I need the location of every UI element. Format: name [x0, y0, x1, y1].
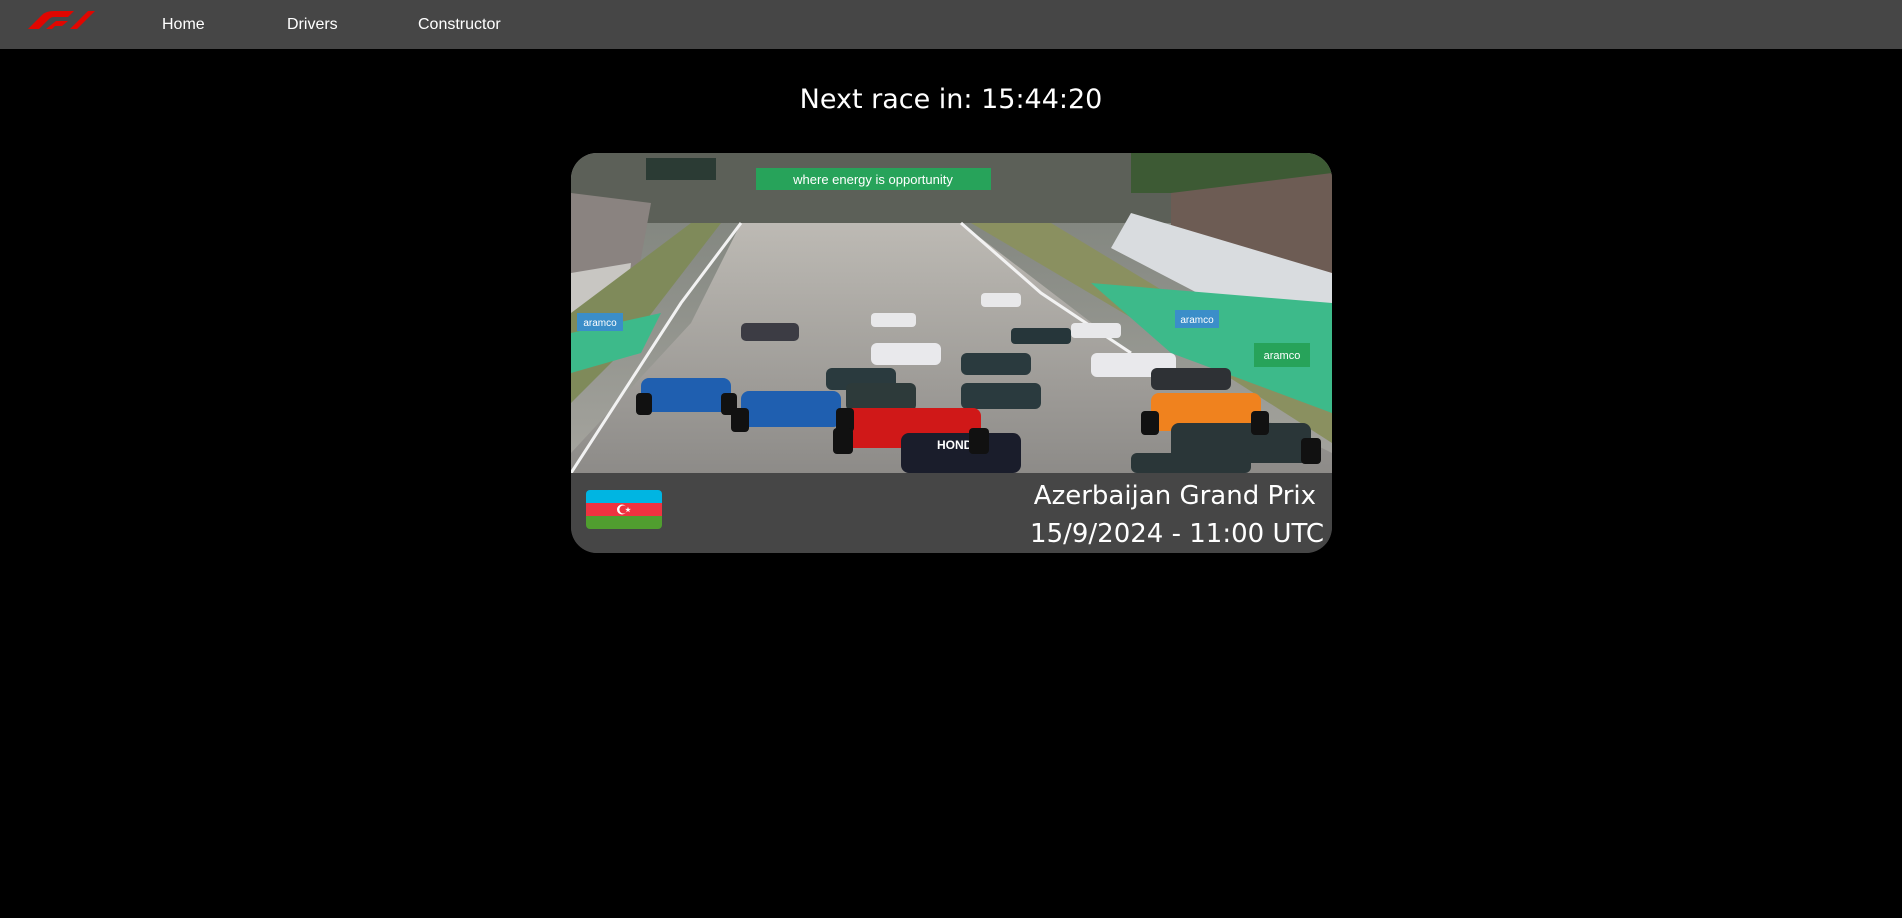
sponsor-board-left-text: aramco [583, 318, 617, 329]
race-name: Azerbaijan Grand Prix [1033, 481, 1316, 511]
next-race-countdown: Next race in: 15:44:20 [799, 84, 1103, 115]
billboard-text: where energy is opportunity [792, 172, 953, 187]
top-navbar: Home Drivers Constructor [0, 0, 1902, 49]
race-card-footer: Azerbaijan Grand Prix 15/9/2024 - 11:00 … [571, 473, 1332, 553]
sponsor-board-mid-text: aramco [1180, 315, 1214, 326]
nav-constructor-link[interactable]: Constructor [418, 14, 501, 36]
azerbaijan-flag-icon [586, 490, 662, 529]
race-datetime: 15/9/2024 - 11:00 UTC [1030, 519, 1324, 549]
race-photo: where energy is opportunity aramco aramc… [571, 153, 1332, 473]
nav-home-link[interactable]: Home [162, 14, 205, 36]
sponsor-board-right-text: aramco [1264, 350, 1301, 362]
nav-drivers-link[interactable]: Drivers [287, 14, 338, 36]
next-race-card[interactable]: where energy is opportunity aramco aramc… [571, 153, 1332, 553]
f1-logo-icon[interactable] [26, 9, 96, 31]
